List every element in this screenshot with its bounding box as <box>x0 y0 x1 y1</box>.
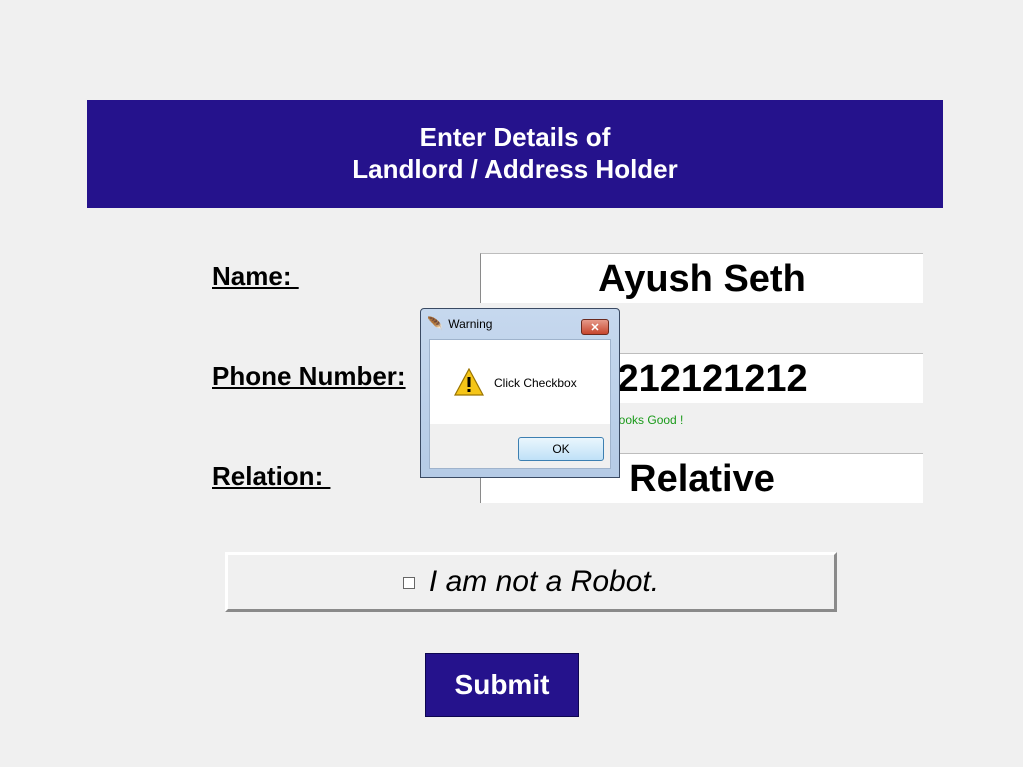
submit-button[interactable]: Submit <box>425 653 579 717</box>
header-title-line2: Landlord / Address Holder <box>352 154 678 184</box>
dialog-body: Click Checkbox OK <box>429 339 611 469</box>
header-banner: Enter Details of Landlord / Address Hold… <box>87 100 943 208</box>
feather-icon: 🪶 <box>427 316 444 331</box>
robot-checkbox-button[interactable]: I am not a Robot. <box>225 552 837 612</box>
robot-checkbox[interactable] <box>402 577 415 589</box>
close-icon: ✕ <box>590 321 600 334</box>
robot-checkbox-label: I am not a Robot. <box>428 565 660 598</box>
dialog-message: Click Checkbox <box>494 376 577 390</box>
name-label: Name: <box>212 261 299 291</box>
dialog-title: Warning <box>448 317 493 331</box>
warning-icon <box>453 367 485 401</box>
warning-dialog: 🪶 Warning ✕ Click Checkbox OK <box>420 308 620 478</box>
ok-button[interactable]: OK <box>518 437 604 461</box>
dialog-close-button[interactable]: ✕ <box>581 319 609 335</box>
name-field[interactable]: Ayush Seth <box>480 253 923 303</box>
phone-status-text: Looks Good ! <box>612 413 684 427</box>
relation-label: Relation: <box>212 461 331 491</box>
phone-label: Phone Number: <box>212 361 406 391</box>
header-title-line1: Enter Details of <box>419 122 611 152</box>
dialog-content: Click Checkbox <box>430 340 610 424</box>
